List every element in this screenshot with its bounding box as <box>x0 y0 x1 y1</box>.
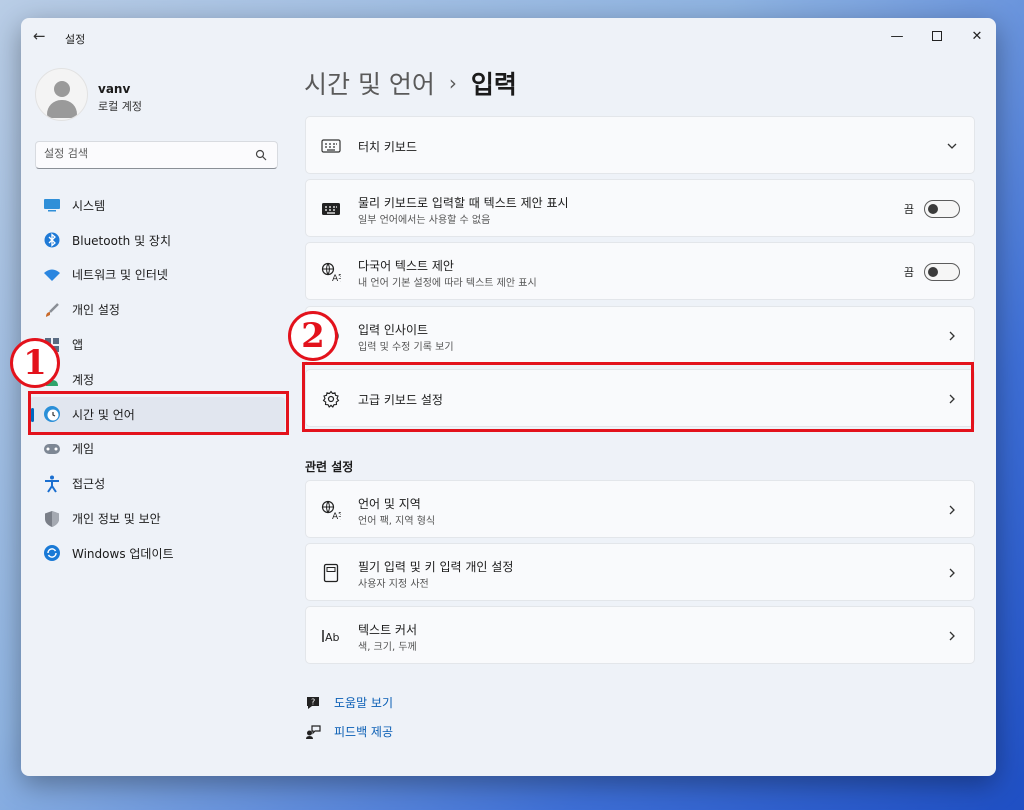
card-subtitle: 언어 팩, 지역 형식 <box>358 516 436 527</box>
sidebar-item-label: Bluetooth 및 장치 <box>72 233 172 248</box>
account-type: 로컬 계정 <box>98 100 142 113</box>
toggle-state-label: 끔 <box>903 266 914 279</box>
sidebar-item-label: 앱 <box>72 338 84 353</box>
sidebar-item-label: 개인 정보 및 보안 <box>72 512 161 527</box>
svg-text:?: ? <box>311 697 315 706</box>
sidebar-item-label: Windows 업데이트 <box>72 546 174 561</box>
sidebar-item-gaming[interactable]: 게임 <box>29 432 285 467</box>
svg-text:A字: A字 <box>332 272 341 282</box>
chevron-right-icon[interactable] <box>946 504 958 516</box>
help-link[interactable]: ? 도움말 보기 <box>305 694 393 711</box>
card-title: 텍스트 커서 <box>358 623 418 637</box>
wifi-icon <box>43 266 61 284</box>
search-box[interactable] <box>35 141 278 169</box>
card-subtitle: 입력 및 수정 기록 보기 <box>358 342 454 353</box>
card-title: 다국어 텍스트 제안 <box>358 259 454 273</box>
svg-text:A字: A字 <box>332 510 341 520</box>
sidebar-item-label: 접근성 <box>72 477 106 492</box>
multilingual-toggle[interactable] <box>924 263 960 281</box>
card-subtitle: 내 언어 기본 설정에 따라 텍스트 제안 표시 <box>358 278 537 289</box>
bluetooth-icon <box>43 231 61 249</box>
update-icon <box>43 544 61 562</box>
annotation-step-1: 1 <box>10 338 60 388</box>
maximize-button[interactable] <box>917 22 957 50</box>
search-input[interactable] <box>44 147 244 160</box>
feedback-link[interactable]: 피드백 제공 <box>305 723 393 740</box>
language-icon: A字 <box>321 262 341 282</box>
breadcrumb-parent[interactable]: 시간 및 언어 <box>304 65 435 101</box>
card-title: 언어 및 지역 <box>358 497 421 511</box>
sidebar-item-label: 네트워크 및 인터넷 <box>72 268 168 283</box>
card-subtitle: 일부 언어에서는 사용할 수 없음 <box>358 215 491 226</box>
sidebar-item-label: 계정 <box>72 372 95 387</box>
sidebar-item-label: 개인 설정 <box>72 303 120 318</box>
search-icon[interactable] <box>255 149 267 161</box>
annotation-step-2: 2 <box>288 311 338 361</box>
chevron-down-icon[interactable] <box>946 140 958 152</box>
text-suggestions-toggle[interactable] <box>924 200 960 218</box>
gamepad-icon <box>43 440 61 458</box>
card-title: 필기 입력 및 키 입력 개인 설정 <box>358 560 514 574</box>
help-link-label[interactable]: 도움말 보기 <box>334 694 393 711</box>
sidebar-item-accessibility[interactable]: 접근성 <box>29 466 285 501</box>
typing-insights-card[interactable]: 입력 인사이트 입력 및 수정 기록 보기 <box>305 306 975 364</box>
card-title: 입력 인사이트 <box>358 323 429 337</box>
maximize-icon <box>932 31 942 41</box>
svg-text:Ab: Ab <box>325 631 340 644</box>
app-title: 설정 <box>65 33 86 46</box>
annotation-box-time-language <box>28 391 289 435</box>
help-icon: ? <box>305 695 321 711</box>
card-subtitle: 사용자 지정 사전 <box>358 579 429 590</box>
close-button[interactable]: ✕ <box>957 22 996 50</box>
card-subtitle: 색, 크기, 두께 <box>358 642 417 653</box>
breadcrumb: 시간 및 언어 › 입력 <box>304 65 517 101</box>
sidebar-item-system[interactable]: 시스템 <box>29 188 285 223</box>
minimize-button[interactable]: — <box>877 22 917 50</box>
touch-keyboard-card[interactable]: 터치 키보드 <box>305 116 975 174</box>
accessibility-icon <box>43 475 61 493</box>
text-suggestions-card: 물리 키보드로 입력할 때 텍스트 제안 표시 일부 언어에서는 사용할 수 없… <box>305 179 975 237</box>
sidebar-item-windows-update[interactable]: Windows 업데이트 <box>29 536 285 571</box>
avatar[interactable] <box>35 68 88 121</box>
keyboard-icon <box>321 136 341 156</box>
toggle-state-label: 끔 <box>903 203 914 216</box>
feedback-icon <box>305 724 321 740</box>
chevron-right-icon[interactable] <box>946 567 958 579</box>
sidebar-item-label: 게임 <box>72 442 95 457</box>
notebook-icon <box>321 563 341 583</box>
shield-icon <box>43 510 61 528</box>
sidebar-nav: 시스템 Bluetooth 및 장치 네트워크 및 인터넷 개인 설정 앱 계정… <box>29 188 285 571</box>
brush-icon <box>43 301 61 319</box>
language-region-card[interactable]: A字 언어 및 지역 언어 팩, 지역 형식 <box>305 480 975 538</box>
sidebar-item-network[interactable]: 네트워크 및 인터넷 <box>29 258 285 293</box>
card-title: 물리 키보드로 입력할 때 텍스트 제안 표시 <box>358 196 569 210</box>
language-icon: A字 <box>321 500 341 520</box>
monitor-icon <box>43 196 61 214</box>
user-name: vanv <box>98 82 131 96</box>
sidebar-item-personalization[interactable]: 개인 설정 <box>29 292 285 327</box>
text-cursor-card[interactable]: Ab 텍스트 커서 색, 크기, 두께 <box>305 606 975 664</box>
feedback-link-label[interactable]: 피드백 제공 <box>334 723 393 740</box>
sidebar-item-bluetooth[interactable]: Bluetooth 및 장치 <box>29 223 285 258</box>
breadcrumb-separator: › <box>448 71 457 95</box>
multilingual-suggestions-card: A字 다국어 텍스트 제안 내 언어 기본 설정에 따라 텍스트 제안 표시 끔 <box>305 242 975 300</box>
sidebar-item-apps[interactable]: 앱 <box>29 327 285 362</box>
sidebar-item-label: 시스템 <box>72 198 106 213</box>
page-title: 입력 <box>470 70 517 99</box>
card-title: 터치 키보드 <box>358 140 418 154</box>
chevron-right-icon[interactable] <box>946 630 958 642</box>
handwriting-personalization-card[interactable]: 필기 입력 및 키 입력 개인 설정 사용자 지정 사전 <box>305 543 975 601</box>
sidebar-item-privacy[interactable]: 개인 정보 및 보안 <box>29 501 285 536</box>
title-bar: ← 설정 — ✕ <box>21 18 996 54</box>
annotation-box-advanced-keyboard <box>302 362 974 432</box>
chevron-right-icon[interactable] <box>946 330 958 342</box>
keyboard-filled-icon <box>321 199 341 219</box>
text-cursor-icon: Ab <box>321 626 341 646</box>
related-settings-heading: 관련 설정 <box>305 460 354 474</box>
back-arrow-icon[interactable]: ← <box>33 28 49 44</box>
